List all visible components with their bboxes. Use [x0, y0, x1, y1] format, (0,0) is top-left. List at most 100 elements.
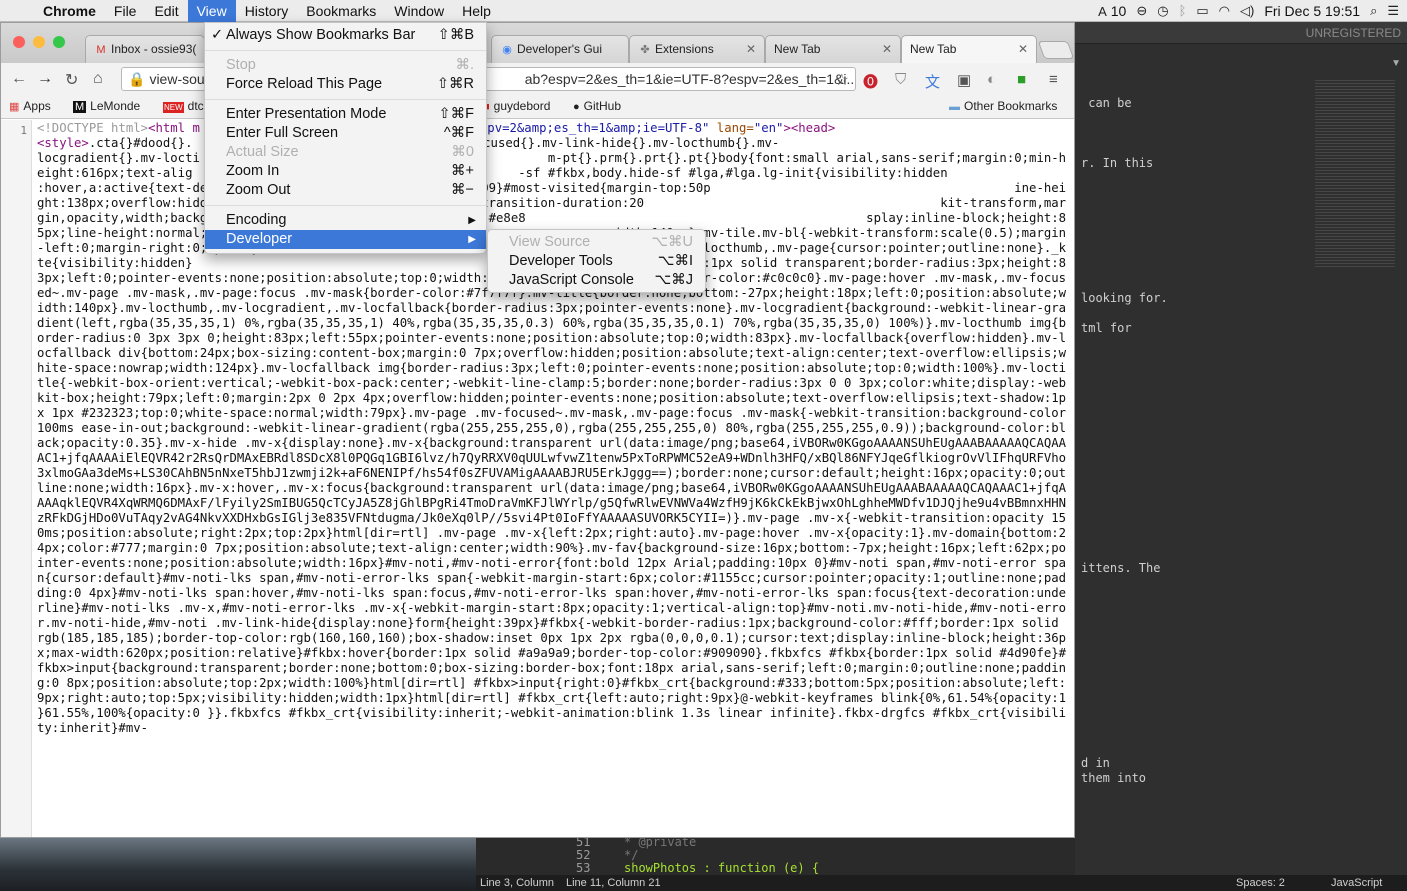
new-tab-button[interactable] — [1037, 41, 1074, 59]
tab-extensions[interactable]: ✤ Extensions ✕ — [629, 35, 765, 63]
menu-label: JavaScript Console — [509, 272, 634, 288]
tab-title: Inbox - ossie93( — [111, 42, 197, 56]
line-number: 52 — [576, 848, 591, 862]
menu-shortcut: ⇧⌘B — [437, 27, 474, 43]
menu-label: Always Show Bookmarks Bar — [226, 27, 416, 43]
menu-item-always-show-bookmarks-bar[interactable]: ✓ Always Show Bookmarks Bar ⇧⌘B — [205, 26, 486, 45]
gmail-icon: M — [96, 44, 106, 56]
menu-shortcut: ⇧⌘F — [438, 106, 474, 122]
menu-item-actual-size[interactable]: Actual Size ⌘0 — [205, 143, 486, 162]
extension-color-icon[interactable]: ■ — [1017, 71, 1026, 88]
bookmark-lemonde[interactable]: M LeMonde — [73, 99, 140, 113]
developer-submenu: View Source ⌥⌘U Developer Tools ⌥⌘I JavaSc… — [487, 229, 706, 293]
menu-item-encoding[interactable]: Encoding ▶ — [205, 211, 486, 230]
bookmark-github[interactable]: ● GitHub — [573, 99, 621, 113]
volume-icon[interactable]: ◁) — [1240, 3, 1254, 19]
bookmark-label: Apps — [23, 99, 51, 113]
back-icon[interactable]: ← — [11, 70, 27, 88]
menu-item-full-screen[interactable]: Enter Full Screen ^⌘F — [205, 124, 486, 143]
bookmark-other-bookmarks[interactable]: ▬ Other Bookmarks — [949, 99, 1057, 113]
tab-new-tab-active[interactable]: New Tab ✕ — [901, 35, 1037, 63]
sync-icon[interactable]: ⊖ — [1136, 3, 1147, 19]
battery-icon[interactable]: ▭ — [1196, 3, 1208, 19]
ghostery-icon[interactable]: ◐ — [987, 71, 996, 88]
menu-item-stop[interactable]: Stop ⌘. — [205, 56, 486, 75]
menu-item-presentation-mode[interactable]: Enter Presentation Mode ⇧⌘F — [205, 105, 486, 124]
bookmark-label: guydebord — [493, 99, 551, 113]
menu-item-zoom-in[interactable]: Zoom In ⌘+ — [205, 162, 486, 181]
reload-icon[interactable]: ↻ — [65, 70, 78, 90]
menu-shortcut: ^⌘F — [443, 125, 474, 141]
style-tag: <style> — [37, 136, 89, 150]
chrome-icon: ◉ — [502, 44, 512, 56]
close-tab-icon[interactable]: ✕ — [882, 42, 892, 56]
menu-label: Zoom Out — [226, 182, 291, 198]
github-icon: ● — [573, 101, 580, 113]
close-window-button[interactable] — [13, 36, 25, 48]
time-machine-icon[interactable]: ◷ — [1157, 3, 1168, 19]
menu-item-developer[interactable]: Developer ▶ — [205, 230, 486, 249]
menu-item-zoom-out[interactable]: Zoom Out ⌘− — [205, 181, 486, 200]
menu-label: Stop — [226, 57, 256, 73]
shield-icon[interactable]: ⛉ — [895, 71, 906, 88]
bluetooth-icon[interactable]: ᛒ — [1179, 3, 1187, 18]
code-line: showPhotos : function (e) { — [624, 861, 820, 875]
tab-inbox[interactable]: M Inbox - ossie93( — [85, 35, 205, 63]
indentation-selector[interactable]: Spaces: 2 — [1236, 875, 1285, 891]
translate-icon[interactable]: 文 — [925, 71, 940, 92]
menu-item-javascript-console[interactable]: JavaScript Console ⌥⌘J — [488, 271, 705, 290]
bookmark-dtc[interactable]: NEW dtc — [163, 99, 204, 113]
bookmark-apps[interactable]: ▦ Apps — [9, 99, 51, 113]
menu-view[interactable]: View — [187, 0, 236, 22]
menu-shortcut: ⌘− — [451, 182, 474, 198]
menu-label: View Source — [509, 234, 591, 250]
tab-developers-guide[interactable]: ◉ Developer's Gui — [491, 35, 629, 63]
minimize-window-button[interactable] — [33, 36, 45, 48]
home-icon[interactable]: ⌂ — [93, 70, 103, 88]
input-menu[interactable]: A 10 — [1098, 3, 1126, 19]
notification-center-icon[interactable]: ☰ — [1387, 3, 1399, 19]
spotlight-search-icon[interactable]: ⌕ — [1370, 3, 1377, 19]
wifi-icon[interactable]: ◠ — [1219, 3, 1230, 19]
html-attr-tail: spv=2&amp;es_th=1&amp;ie=UTF-8" — [479, 121, 710, 135]
menu-edit[interactable]: Edit — [145, 0, 187, 22]
menu-item-force-reload[interactable]: Force Reload This Page ⇧⌘R — [205, 75, 486, 94]
menu-history[interactable]: History — [236, 0, 298, 22]
view-source-content: 1 <!DOCTYPE html><html m spv=2&amp;es_th=… — [1, 120, 1074, 837]
syntax-selector[interactable]: JavaScript — [1331, 875, 1382, 891]
menu-chrome[interactable]: Chrome — [34, 0, 105, 22]
apps-grid-icon: ▦ — [9, 101, 20, 113]
menu-bookmarks[interactable]: Bookmarks — [297, 0, 385, 22]
editor-text-fragment: can be — [1081, 96, 1132, 110]
clock[interactable]: Fri Dec 5 19:51 — [1264, 3, 1360, 19]
tab-new-tab[interactable]: New Tab ✕ — [765, 35, 901, 63]
html-open-tag: <html m — [148, 121, 200, 135]
address-text-left: view-sou — [149, 71, 205, 87]
zoom-window-button[interactable] — [53, 36, 65, 48]
menu-file[interactable]: File — [105, 0, 146, 22]
menu-label: Force Reload This Page — [226, 76, 383, 92]
submenu-arrow-icon: ▶ — [468, 234, 476, 245]
editor-text-fragment: r. In this — [1081, 156, 1154, 170]
bookmark-star-icon[interactable]: ☆ — [835, 70, 849, 90]
chevron-down-icon[interactable]: ▼ — [1391, 58, 1401, 69]
menu-shortcut: ⌘+ — [451, 163, 474, 179]
menu-icon[interactable]: ≡ — [1049, 71, 1058, 88]
menu-shortcut: ⌘0 — [451, 144, 474, 160]
extension-icon[interactable]: ▣ — [957, 71, 971, 89]
editor-text-fragment: tml for — [1081, 321, 1132, 335]
tab-title: New Tab — [774, 42, 821, 56]
pinterest-icon[interactable]: ⓿ — [863, 71, 878, 92]
close-tab-icon[interactable]: ✕ — [746, 42, 756, 56]
bookmark-label: Other Bookmarks — [964, 99, 1058, 113]
menu-item-view-source[interactable]: View Source ⌥⌘U — [488, 233, 705, 252]
forward-icon[interactable]: → — [37, 70, 53, 88]
menu-item-developer-tools[interactable]: Developer Tools ⌥⌘I — [488, 252, 705, 271]
editor-minimap[interactable] — [1315, 78, 1395, 268]
close-tab-icon[interactable]: ✕ — [1018, 42, 1028, 56]
doctype: <!DOCTYPE html> — [37, 121, 149, 135]
menu-window[interactable]: Window — [385, 0, 453, 22]
source-code[interactable]: <!DOCTYPE html><html m spv=2&amp;es_th=1&… — [37, 121, 1071, 736]
menu-help[interactable]: Help — [453, 0, 500, 22]
bookmark-guydebord[interactable]: ■guydebord — [483, 99, 550, 113]
